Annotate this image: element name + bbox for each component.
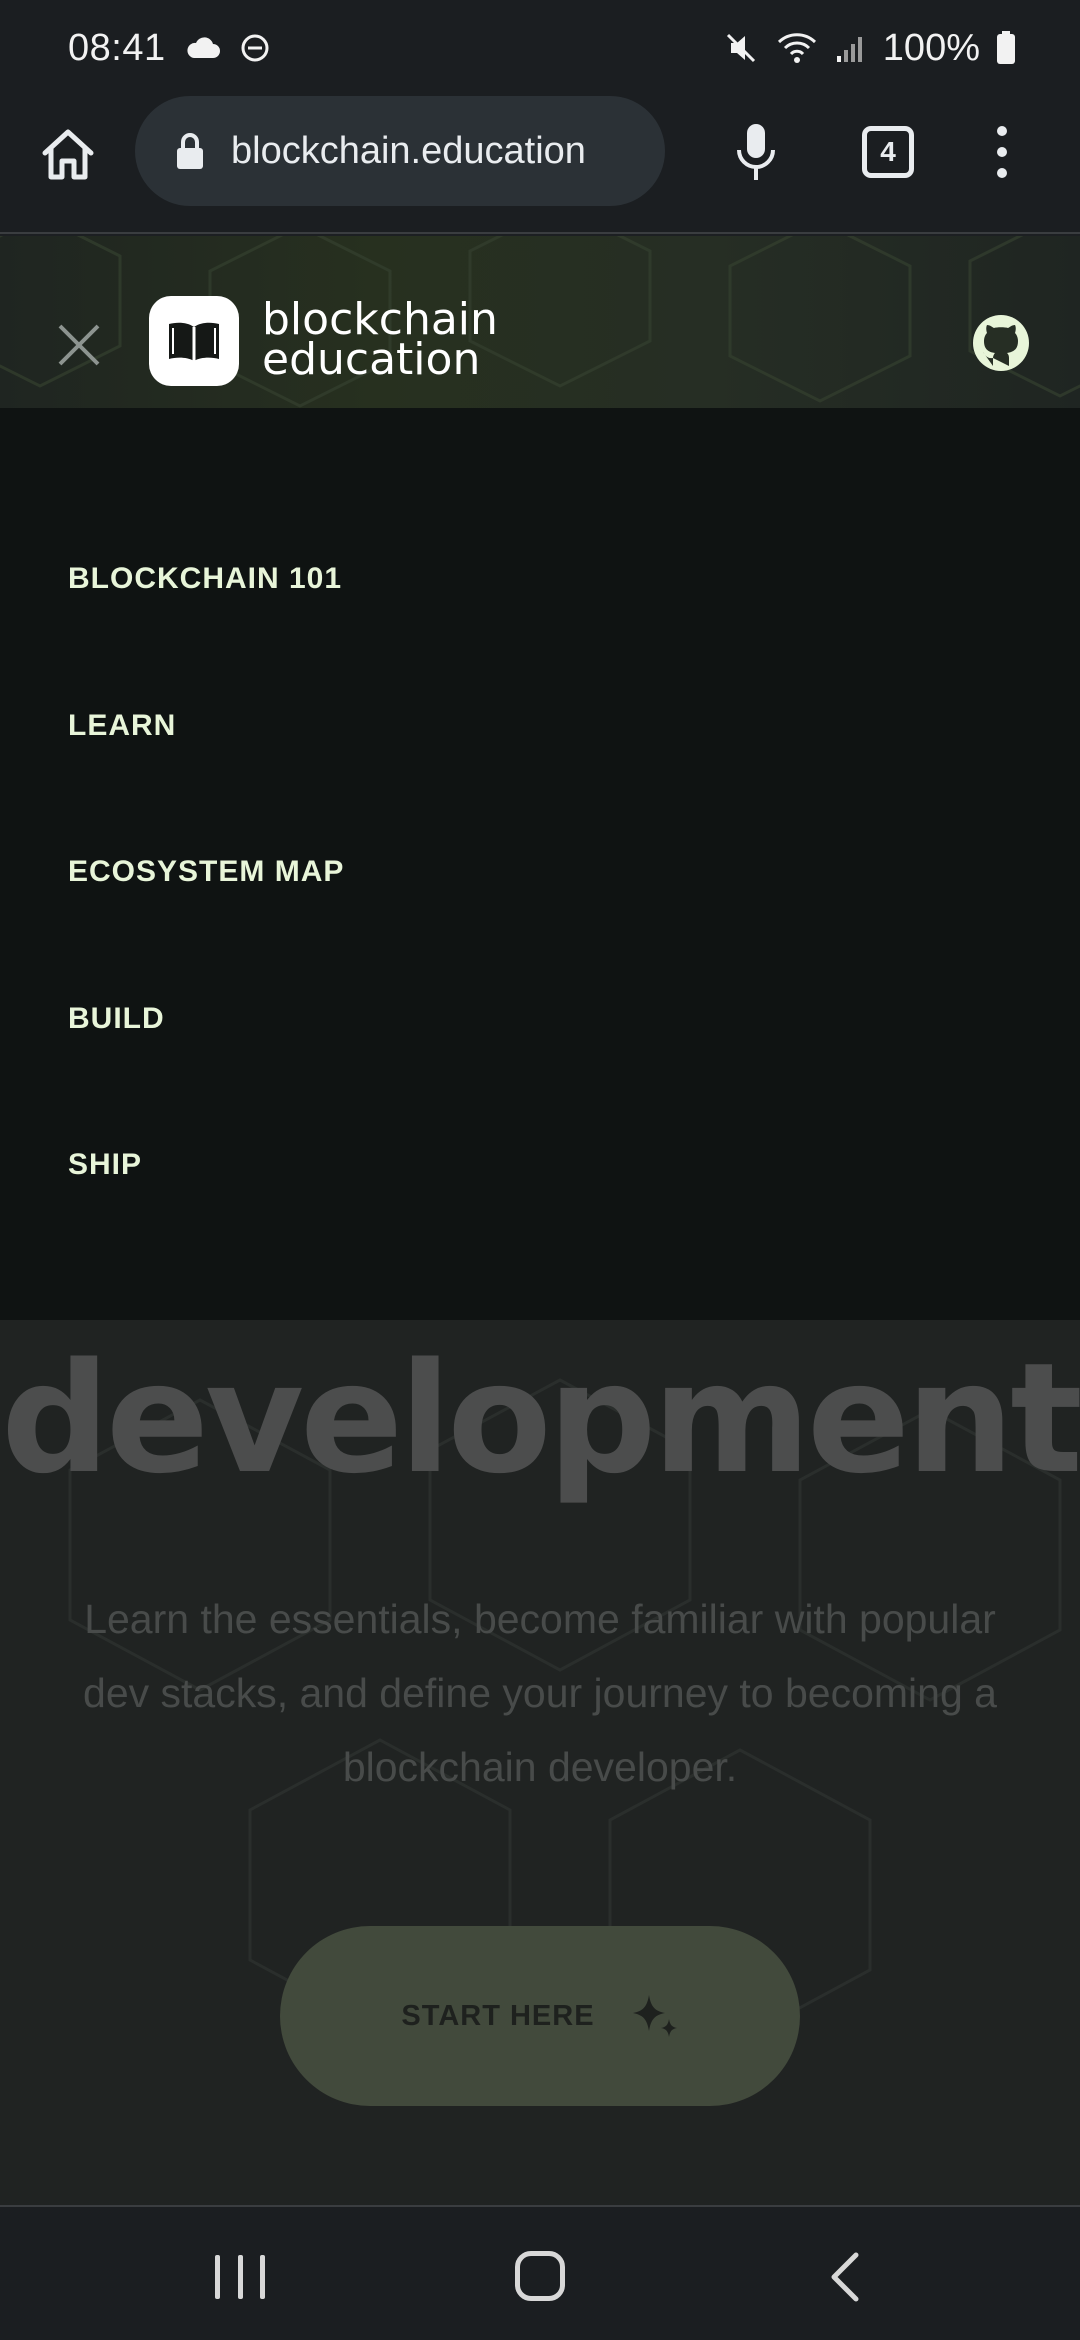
site-logo-text[interactable]: blockchain education xyxy=(262,298,498,385)
battery-percentage: 100% xyxy=(882,26,980,69)
menu-item-learn[interactable]: LEARN xyxy=(68,709,176,743)
tab-switcher-button[interactable]: 4 xyxy=(862,126,914,178)
system-home-button[interactable] xyxy=(515,2251,565,2301)
signal-icon xyxy=(836,37,862,62)
start-here-label: START HERE xyxy=(401,1999,595,2032)
microphone-icon xyxy=(737,124,775,180)
address-bar[interactable]: blockchain.education xyxy=(135,96,665,206)
browser-home-button[interactable] xyxy=(36,122,100,186)
recent-apps-icon xyxy=(215,2255,220,2299)
hero-section: development Learn the essentials, become… xyxy=(0,1320,1080,2205)
close-menu-button[interactable] xyxy=(54,320,104,370)
dnd-icon xyxy=(241,34,269,62)
url-text: blockchain.education xyxy=(231,129,586,172)
more-dot-icon xyxy=(997,147,1007,157)
recent-apps-icon xyxy=(260,2255,265,2299)
browser-toolbar: blockchain.education 4 xyxy=(0,96,1080,234)
recent-apps-button[interactable] xyxy=(215,2255,265,2299)
sparkle-icon xyxy=(632,1995,677,2037)
hero-description: Learn the essentials, become familiar wi… xyxy=(83,1596,997,1790)
open-book-icon xyxy=(169,322,219,361)
start-here-button[interactable]: START HERE xyxy=(280,1926,800,2106)
more-dot-icon xyxy=(997,126,1007,136)
mute-icon xyxy=(726,33,755,63)
logo-line-2: education xyxy=(262,334,481,385)
browser-menu-button[interactable] xyxy=(984,122,1020,182)
back-button[interactable] xyxy=(826,2251,866,2303)
battery-icon xyxy=(997,31,1015,64)
system-navigation-bar xyxy=(0,2205,1080,2340)
status-time: 08:41 xyxy=(68,26,166,69)
menu-item-ship[interactable]: SHIP xyxy=(68,1148,142,1182)
recent-apps-icon xyxy=(237,2255,243,2299)
status-bar: 08:41 100% xyxy=(0,0,1080,96)
lock-icon xyxy=(177,133,203,169)
navigation-menu: BLOCKCHAIN 101 LEARN ECOSYSTEM MAP BUILD… xyxy=(0,408,1080,1320)
cloud-icon xyxy=(187,37,220,58)
voice-search-button[interactable] xyxy=(728,120,784,184)
hero-title: development xyxy=(1,1330,1080,1507)
wifi-icon xyxy=(777,33,816,63)
github-icon[interactable] xyxy=(972,314,1030,372)
site-logo[interactable] xyxy=(149,296,239,386)
site-header: blockchain education xyxy=(0,236,1080,408)
menu-item-build[interactable]: BUILD xyxy=(68,1002,165,1036)
more-dot-icon xyxy=(997,168,1007,178)
home-icon xyxy=(42,129,94,180)
menu-item-ecosystem-map[interactable]: ECOSYSTEM MAP xyxy=(68,855,344,889)
menu-item-blockchain-101[interactable]: BLOCKCHAIN 101 xyxy=(68,562,342,596)
